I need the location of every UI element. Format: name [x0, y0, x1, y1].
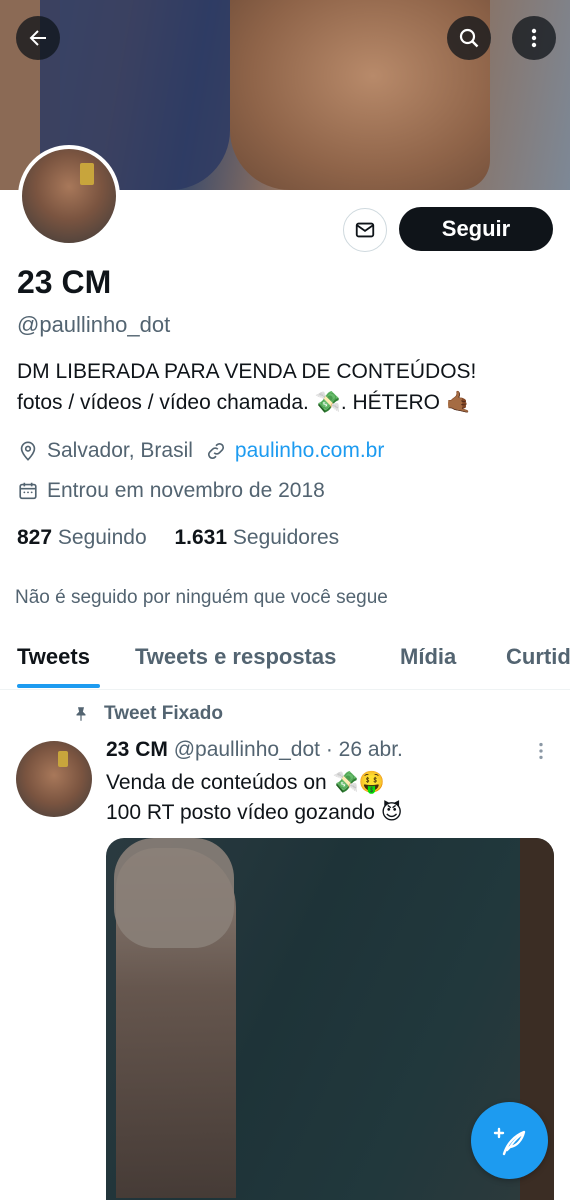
- tweet-text-line: Venda de conteúdos on 💸🤑: [106, 771, 385, 794]
- calendar-icon: [19, 482, 37, 500]
- avatar-detail: [80, 163, 94, 185]
- pinned-tweet-label: Tweet Fixado: [104, 703, 223, 724]
- following-count: 827: [17, 526, 53, 549]
- profile-website-link[interactable]: paulinho.com.br: [235, 439, 384, 463]
- profile-handle: @paullinho_dot: [17, 312, 171, 337]
- compose-tweet-icon: [493, 1127, 525, 1155]
- not-followed-note: Não é seguido por ninguém que você segue: [15, 587, 388, 608]
- compose-tweet-button[interactable]: [471, 1102, 548, 1179]
- following-label: Seguindo: [57, 526, 147, 549]
- pinned-label-row: Tweet Fixado: [72, 703, 223, 725]
- more-vertical-icon: [531, 28, 537, 48]
- follow-button[interactable]: Seguir: [399, 207, 553, 251]
- active-tab-indicator: [17, 684, 100, 688]
- tweet-author-handle: @paullinho_dot: [173, 738, 320, 761]
- message-button[interactable]: [343, 208, 387, 252]
- pin-icon: [76, 707, 86, 721]
- profile-tabs: Tweets Tweets e respostas Mídia Curtidas: [0, 632, 570, 690]
- tweet-more-icon[interactable]: [530, 740, 552, 762]
- followers-link[interactable]: 1.631 Seguidores: [174, 526, 339, 549]
- avatar-detail: [58, 751, 68, 767]
- profile-name: 23 CM: [17, 264, 112, 300]
- profile-joined-date: Entrou em novembro de 2018: [47, 479, 325, 502]
- tab-likes[interactable]: Curtidas: [506, 644, 570, 670]
- search-icon: [459, 28, 479, 48]
- envelope-icon: [355, 222, 375, 238]
- followers-count: 1.631: [174, 526, 228, 549]
- tweet-author-avatar[interactable]: [16, 741, 92, 817]
- profile-location: Salvador, Brasil: [47, 439, 193, 462]
- tweet-date[interactable]: · 26 abr.: [326, 738, 403, 761]
- profile-bio: DM LIBERADA PARA VENDA DE CONTEÚDOS! fot…: [17, 356, 557, 418]
- tab-tweets-and-replies[interactable]: Tweets e respostas: [135, 644, 336, 670]
- arrow-left-icon: [29, 30, 46, 46]
- media-image-part: [114, 838, 234, 948]
- profile-avatar[interactable]: [18, 145, 120, 247]
- profile-meta-location-website: Salvador, Brasil paulinho.com.br: [17, 439, 384, 463]
- link-icon: [207, 442, 224, 460]
- search-button[interactable]: [447, 16, 491, 60]
- tab-media[interactable]: Mídia: [400, 644, 456, 670]
- bio-line: fotos / vídeos / vídeo chamada. 💸. HÉTER…: [17, 391, 472, 414]
- more-options-button[interactable]: [512, 16, 556, 60]
- location-pin-icon: [20, 441, 36, 461]
- tweet-text: Venda de conteúdos on 💸🤑 100 RT posto ví…: [106, 768, 556, 828]
- tweet-header: 23 CM @paullinho_dot · 26 abr.: [106, 738, 403, 762]
- tab-tweets[interactable]: Tweets: [17, 644, 90, 670]
- tweet-text-line: 100 RT posto vídeo gozando 😈: [106, 801, 403, 824]
- tweet-author-name[interactable]: 23 CM: [106, 738, 168, 761]
- bio-line: DM LIBERADA PARA VENDA DE CONTEÚDOS!: [17, 360, 477, 383]
- followers-label: Seguidores: [232, 526, 340, 549]
- back-button[interactable]: [16, 16, 60, 60]
- follow-counts: 827 Seguindo 1.631 Seguidores: [17, 526, 339, 550]
- following-link[interactable]: 827 Seguindo: [17, 526, 147, 549]
- profile-meta-joined: Entrou em novembro de 2018: [17, 479, 325, 503]
